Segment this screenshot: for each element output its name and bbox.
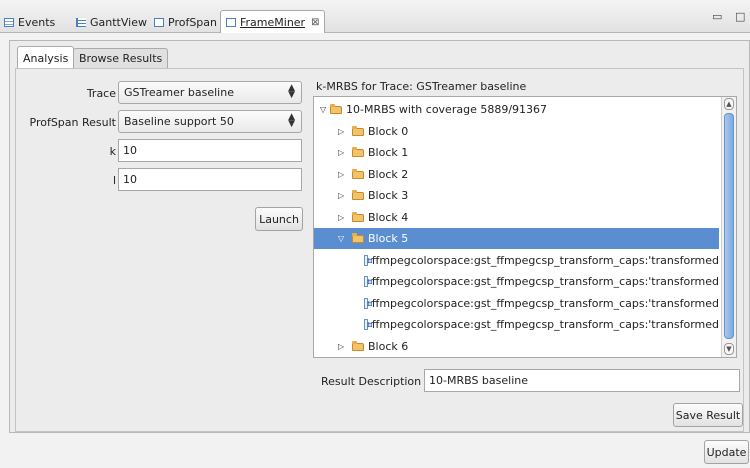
tree-block-label: Block 5 xyxy=(368,232,409,245)
tree-block-3[interactable]: ▷ Block 3 xyxy=(314,185,719,206)
combo-arrows-icon: ▲ ▼ xyxy=(288,112,295,129)
view-icon xyxy=(154,17,164,27)
launch-button-label: Launch xyxy=(259,212,299,226)
tree-leaf-label: ffmpegcolorspace:gst_ffmpegcsp_transform… xyxy=(371,318,719,331)
minimize-icon[interactable]: ▭ xyxy=(712,10,722,23)
k-field-value: 10 xyxy=(123,144,137,157)
tree-scrollbar[interactable]: ▲ ▼ xyxy=(721,97,736,357)
combo-arrows-icon: ▲ ▼ xyxy=(288,83,295,100)
scroll-down-icon[interactable]: ▼ xyxy=(724,343,734,355)
frame-icon xyxy=(364,319,372,330)
trace-combo-value: GSTreamer baseline xyxy=(124,86,234,99)
tree-block-2[interactable]: ▷ Block 2 xyxy=(314,164,719,185)
tab-browse-results[interactable]: Browse Results xyxy=(73,48,169,68)
tab-events-label: Events xyxy=(18,15,56,29)
tab-frameminer-label: FrameMiner xyxy=(240,15,306,29)
tree-block-1[interactable]: ▷ Block 1 xyxy=(314,142,719,163)
tree-leaf[interactable]: ffmpegcolorspace:gst_ffmpegcsp_transform… xyxy=(314,250,719,271)
tree-block-label: Block 3 xyxy=(368,189,409,202)
tree-block-6[interactable]: ▷ Block 6 xyxy=(314,336,719,357)
tree-block-4[interactable]: ▷ Block 4 xyxy=(314,207,719,228)
expanded-arrow-icon: ▽ xyxy=(320,105,327,114)
tree-block-label: Block 1 xyxy=(368,146,409,159)
frame-icon xyxy=(364,298,372,309)
l-field[interactable]: 10 xyxy=(118,168,302,191)
folder-icon xyxy=(352,211,364,222)
table-icon xyxy=(4,17,14,27)
collapsed-arrow-icon: ▷ xyxy=(338,191,345,200)
k-field[interactable]: 10 xyxy=(118,139,302,162)
folder-icon xyxy=(352,168,364,179)
launch-button[interactable]: Launch xyxy=(255,207,303,231)
scroll-up-icon[interactable]: ▲ xyxy=(724,98,734,110)
tree-leaf[interactable]: ffmpegcolorspace:gst_ffmpegcsp_transform… xyxy=(314,293,719,314)
tree-root[interactable]: ▽ 10-MRBS with coverage 5889/91367 xyxy=(314,99,719,120)
profspan-result-combo-value: Baseline support 50 xyxy=(124,115,234,128)
folder-icon xyxy=(352,232,364,243)
close-tab-icon[interactable]: ⊠ xyxy=(311,17,319,28)
expanded-arrow-icon: ▽ xyxy=(338,234,345,243)
folder-icon xyxy=(352,146,364,157)
collapsed-arrow-icon: ▷ xyxy=(338,148,345,157)
tree-block-label: Block 0 xyxy=(368,125,409,138)
tab-ganttview[interactable]: GanttView xyxy=(76,13,147,31)
k-label: k xyxy=(109,145,116,158)
frame-icon xyxy=(364,276,372,287)
l-label: l xyxy=(112,174,116,187)
tree-block-label: Block 6 xyxy=(368,340,409,353)
profspan-result-combo[interactable]: Baseline support 50 ▲ ▼ xyxy=(118,110,302,133)
tree-block-label: Block 2 xyxy=(368,168,409,181)
tab-analysis-label: Analysis xyxy=(23,51,69,65)
gantt-icon xyxy=(76,17,86,27)
result-description-label: Result Description xyxy=(321,375,422,388)
l-field-value: 10 xyxy=(123,173,137,186)
result-description-field[interactable]: 10-MRBS baseline xyxy=(424,369,740,392)
folder-icon xyxy=(352,340,364,351)
folder-icon xyxy=(352,125,364,136)
tab-events[interactable]: Events xyxy=(4,13,55,31)
results-heading: k-MRBS for Trace: GSTreamer baseline xyxy=(316,80,527,93)
result-description-value: 10-MRBS baseline xyxy=(429,374,529,387)
mrbs-tree[interactable]: ▽ 10-MRBS with coverage 5889/91367 ▷ Blo… xyxy=(313,96,737,358)
tree-block-label: Block 4 xyxy=(368,211,409,224)
scroll-thumb[interactable] xyxy=(724,113,734,339)
collapsed-arrow-icon: ▷ xyxy=(338,342,345,351)
tab-ganttview-label: GanttView xyxy=(90,15,147,29)
trace-label: Trace xyxy=(86,87,116,100)
collapsed-arrow-icon: ▷ xyxy=(338,170,345,179)
save-result-button[interactable]: Save Result xyxy=(673,403,743,427)
folder-icon xyxy=(352,189,364,200)
collapsed-arrow-icon: ▷ xyxy=(338,213,345,222)
tree-block-5[interactable]: ▽ Block 5 xyxy=(314,228,719,249)
tree-leaf-label: ffmpegcolorspace:gst_ffmpegcsp_transform… xyxy=(371,254,719,267)
view-tab-bar: Events GanttView ProfSpan FrameMiner ⊠ ▭… xyxy=(0,0,750,33)
trace-combo[interactable]: GSTreamer baseline ▲ ▼ xyxy=(118,81,302,104)
collapsed-arrow-icon: ▷ xyxy=(338,127,345,136)
frame-icon xyxy=(364,255,372,266)
tab-browse-results-label: Browse Results xyxy=(79,52,163,65)
tree-leaf[interactable]: ffmpegcolorspace:gst_ffmpegcsp_transform… xyxy=(314,271,719,292)
tree-leaf[interactable]: ffmpegcolorspace:gst_ffmpegcsp_transform… xyxy=(314,314,719,335)
view-icon xyxy=(226,17,236,27)
update-button-label: Update xyxy=(706,445,747,459)
tab-frameminer[interactable]: FrameMiner ⊠ xyxy=(220,10,326,33)
tree-root-label: 10-MRBS with coverage 5889/91367 xyxy=(346,103,548,116)
tab-profspan[interactable]: ProfSpan xyxy=(154,13,217,31)
tab-profspan-label: ProfSpan xyxy=(168,15,218,29)
save-result-button-label: Save Result xyxy=(675,408,741,422)
maximize-icon[interactable]: □ xyxy=(735,10,745,23)
folder-icon xyxy=(330,103,342,114)
tree-block-0[interactable]: ▷ Block 0 xyxy=(314,121,719,142)
tree-leaf-label: ffmpegcolorspace:gst_ffmpegcsp_transform… xyxy=(371,297,719,310)
profspan-result-label: ProfSpan Result xyxy=(29,116,117,129)
update-button[interactable]: Update xyxy=(704,440,749,464)
tab-analysis[interactable]: Analysis xyxy=(17,46,75,69)
tree-leaf-label: ffmpegcolorspace:gst_ffmpegcsp_transform… xyxy=(371,275,719,288)
